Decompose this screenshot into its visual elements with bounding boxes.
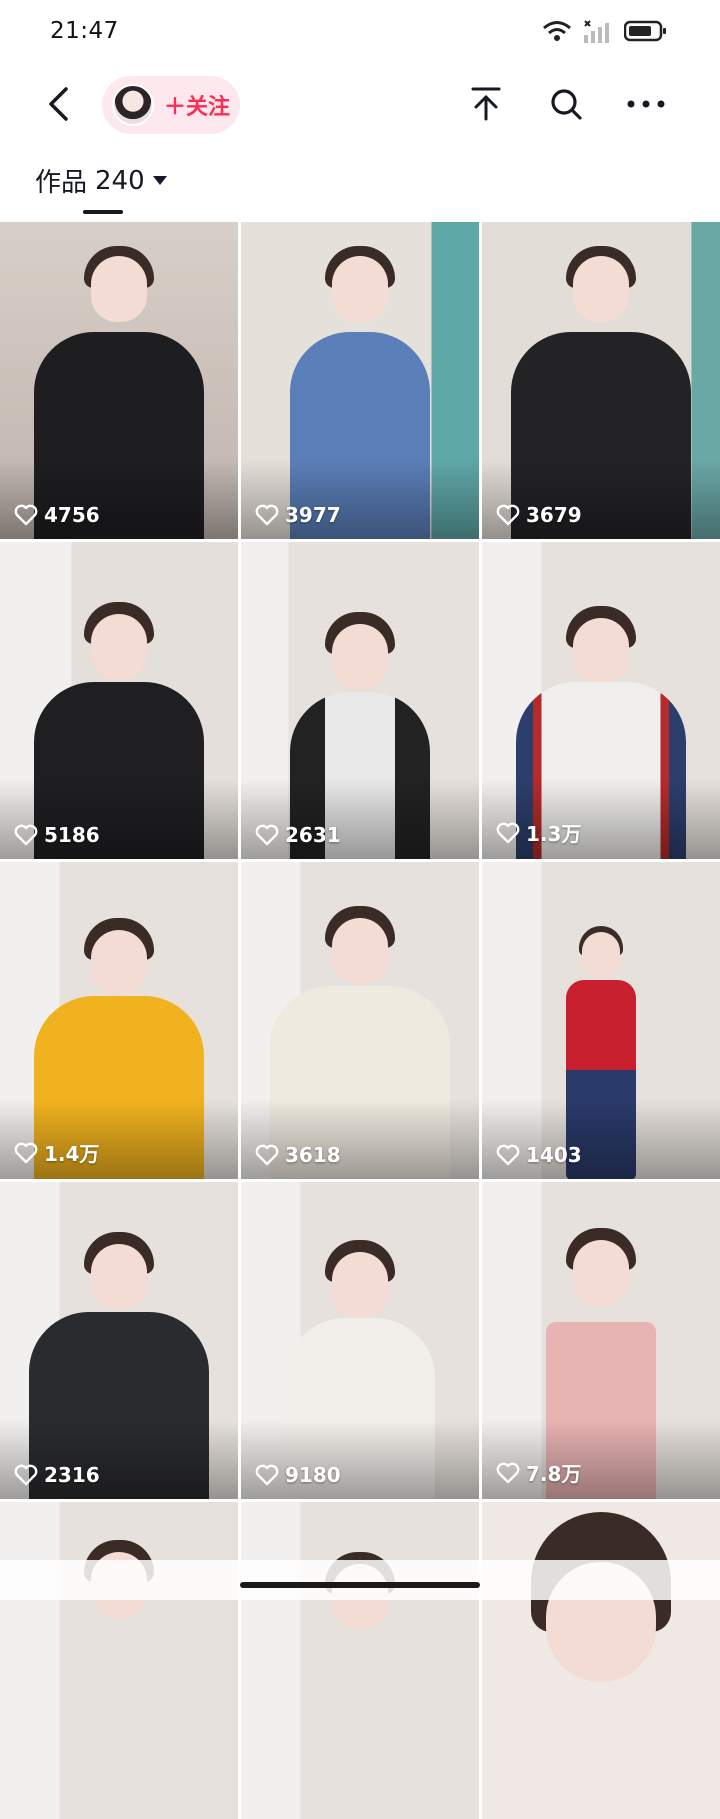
heart-icon — [496, 822, 520, 843]
video-thumbnail[interactable]: 3977 — [241, 222, 479, 539]
like-count-text: 7.8万 — [526, 1462, 582, 1486]
like-count-text: 2316 — [44, 1463, 100, 1487]
heart-icon — [255, 504, 279, 526]
heart-icon — [14, 1142, 38, 1163]
tab-works-label: 作品 — [35, 168, 88, 198]
heart-icon — [255, 1144, 279, 1166]
heart-icon — [255, 1464, 279, 1486]
like-count: 1403 — [496, 1143, 582, 1167]
video-thumbnail[interactable]: 3679 — [482, 222, 720, 539]
video-thumbnail[interactable]: 3618 — [241, 862, 479, 1179]
like-count: 2631 — [255, 823, 341, 847]
video-thumbnail[interactable]: 1.3万 — [482, 542, 720, 859]
like-count: 4756 — [14, 503, 100, 527]
scroll-to-top-button[interactable] — [466, 84, 506, 124]
status-bar: 21:47 — [0, 0, 720, 62]
video-thumbnail[interactable] — [241, 1502, 479, 1819]
search-button[interactable] — [546, 84, 586, 124]
like-count-text: 9180 — [285, 1463, 341, 1487]
like-count-text: 5186 — [44, 823, 100, 847]
video-thumbnail[interactable]: 5186 — [0, 542, 238, 859]
video-thumbnail[interactable]: 4756 — [0, 222, 238, 539]
back-button[interactable] — [38, 82, 78, 126]
heart-icon — [496, 504, 520, 526]
like-count-text: 1403 — [526, 1143, 582, 1167]
more-icon — [627, 100, 665, 108]
thumbnail-image — [241, 1502, 479, 1819]
status-icons — [542, 19, 668, 43]
tab-works-count: 240 — [95, 165, 145, 196]
search-icon — [551, 89, 582, 120]
follow-button[interactable]: ＋关注 — [102, 76, 240, 134]
like-count: 3618 — [255, 1143, 341, 1167]
bottom-fade — [0, 1560, 720, 1600]
like-count: 1.3万 — [496, 818, 581, 847]
heart-icon — [496, 1144, 520, 1166]
caret-down-icon — [152, 176, 167, 185]
like-count-text: 1.3万 — [526, 822, 582, 846]
like-count-text: 1.4万 — [44, 1142, 100, 1166]
more-button[interactable] — [626, 84, 666, 124]
heart-icon — [496, 1462, 520, 1483]
like-count: 3679 — [496, 503, 582, 527]
top-bar: ＋关注 — [0, 70, 720, 140]
wifi-icon — [543, 21, 571, 41]
like-count: 5186 — [14, 823, 100, 847]
video-thumbnail[interactable]: 2316 — [0, 1182, 238, 1499]
like-count-text: 3618 — [285, 1143, 341, 1167]
follow-label: ＋关注 — [164, 95, 231, 120]
avatar — [112, 84, 154, 126]
heart-icon — [255, 824, 279, 846]
video-thumbnail[interactable]: 1.4万 — [0, 862, 238, 1179]
status-time: 21:47 — [50, 18, 119, 44]
video-thumbnail[interactable]: 7.8万 — [482, 1182, 720, 1499]
signal-icon — [584, 20, 609, 43]
video-thumbnail[interactable]: 1403 — [482, 862, 720, 1179]
video-thumbnail[interactable]: 2631 — [241, 542, 479, 859]
video-thumbnail[interactable] — [0, 1502, 238, 1819]
like-count: 7.8万 — [496, 1458, 581, 1487]
home-indicator[interactable] — [240, 1582, 480, 1588]
battery-icon — [624, 20, 666, 42]
heart-icon — [14, 504, 38, 526]
like-count: 3977 — [255, 503, 341, 527]
like-count-text: 3977 — [285, 503, 341, 527]
video-thumbnail[interactable]: 9180 — [241, 1182, 479, 1499]
heart-icon — [14, 824, 38, 846]
tab-underline — [83, 210, 123, 214]
like-count: 1.4万 — [14, 1138, 99, 1167]
video-thumbnail[interactable] — [482, 1502, 720, 1819]
like-count-text: 4756 — [44, 503, 100, 527]
like-count-text: 2631 — [285, 823, 341, 847]
like-count: 9180 — [255, 1463, 341, 1487]
back-icon — [49, 87, 68, 121]
scroll-to-top-icon — [471, 87, 501, 121]
tab-works[interactable]: 作品 240 — [35, 162, 167, 199]
like-count-text: 3679 — [526, 503, 582, 527]
tab-bar: 作品 240 — [0, 150, 720, 220]
heart-icon — [14, 1464, 38, 1486]
like-count: 2316 — [14, 1463, 100, 1487]
